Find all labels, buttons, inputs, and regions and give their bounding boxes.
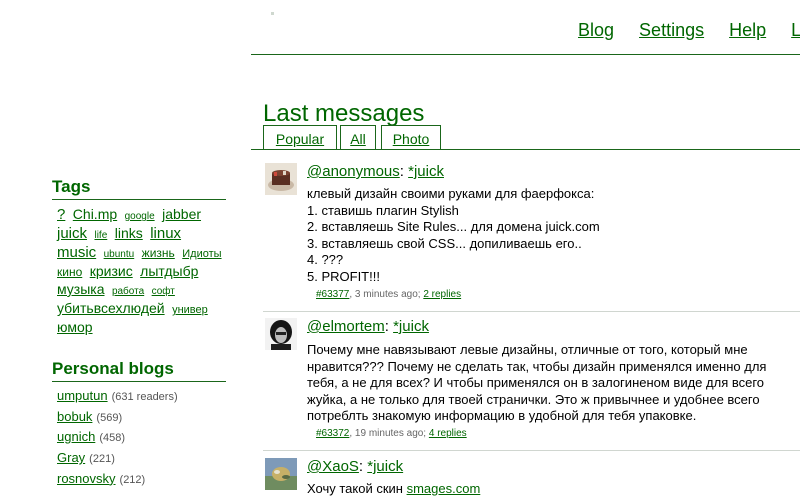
tag-link[interactable]: music — [57, 244, 96, 261]
message-line: тебя, а не для всех? И чтобы применялся … — [307, 375, 765, 390]
message-line: клевый дизайн своими руками для фаерфокс… — [307, 186, 595, 201]
message-header: @anonymous: *juick — [307, 163, 444, 180]
tag-link[interactable]: кино — [57, 265, 82, 279]
header-divider — [251, 54, 800, 55]
message-meta: #63372, 19 minutes ago; 4 replies — [316, 428, 467, 439]
tag-link[interactable]: музыка — [57, 281, 104, 297]
message-divider — [263, 311, 800, 312]
message-external-link[interactable]: smages.com — [407, 481, 481, 496]
message-line: жуйка, а не только для твоей странички. … — [307, 391, 760, 407]
tag-link[interactable]: google — [125, 211, 155, 222]
blog-item: Gray (221) — [57, 450, 178, 471]
tag-link[interactable]: софт — [152, 286, 175, 297]
message-time: , 3 minutes ago; — [349, 289, 424, 300]
message-line: потреблть знакомую информацию в удобной … — [307, 408, 697, 423]
tag-link[interactable]: юмор — [57, 319, 93, 335]
tab-all[interactable]: All — [340, 125, 376, 150]
blog-item: ugnich (458) — [57, 429, 178, 450]
nav-help-link[interactable]: Help — [729, 20, 766, 40]
message-text: Хочу такой скин smages.com — [307, 481, 800, 498]
tag-link[interactable]: ? — [57, 206, 65, 223]
tag-link[interactable]: универ — [172, 304, 208, 316]
tag-link[interactable]: Идиоты — [182, 248, 221, 260]
message-author-link[interactable]: @anonymous — [307, 163, 400, 180]
tag-cloud: ? Chi.mp google jabber juick life links … — [57, 206, 227, 336]
tag-link[interactable]: кризис — [90, 263, 133, 279]
message-line: 4. ??? — [307, 252, 344, 267]
message-header: @elmortem: *juick — [307, 318, 429, 335]
personal-blogs-heading: Personal blogs — [52, 359, 226, 382]
nav-logout-link[interactable]: Lo — [791, 20, 800, 40]
message-replies-link[interactable]: 4 replies — [429, 428, 467, 439]
tag-link[interactable]: Chi.mp — [73, 206, 117, 222]
tab-popular[interactable]: Popular — [263, 125, 337, 150]
message-tag-link[interactable]: *juick — [367, 458, 403, 475]
message-line: 5. PROFIT!!! — [307, 268, 380, 284]
message-line: 3. вставляешь свой CSS... допиливаешь ег… — [307, 235, 582, 251]
blog-readers-count: (569) — [96, 411, 123, 424]
top-navigation: Blog Settings Help Lo — [578, 20, 800, 41]
tag-link[interactable]: life — [94, 230, 107, 241]
tag-link[interactable]: linux — [150, 225, 181, 242]
message-line: Хочу такой скин — [307, 481, 407, 496]
message-author-link[interactable]: @elmortem — [307, 318, 385, 335]
avatar[interactable] — [265, 318, 297, 350]
message-line: 1. ставишь плагин Stylish — [307, 202, 459, 218]
blog-link[interactable]: bobuk — [57, 409, 92, 424]
message-author-link[interactable]: @XaoS — [307, 458, 359, 475]
blog-readers-count: (221) — [89, 453, 115, 466]
blog-item: rosnovsky (212) — [57, 471, 178, 492]
message-line: 2. вставляешь Site Rules... для домена j… — [307, 219, 600, 234]
logo-mark — [271, 12, 274, 15]
tag-link[interactable]: лытдыбр — [140, 263, 198, 279]
blog-readers-count: (458) — [99, 432, 125, 445]
tags-heading: Tags — [52, 177, 226, 200]
tag-link[interactable]: jabber — [162, 206, 201, 222]
tag-link[interactable]: links — [115, 225, 143, 241]
blog-readers-count: (212) — [119, 473, 146, 486]
message-header: @XaoS: *juick — [307, 458, 404, 475]
blog-link[interactable]: ugnich — [57, 429, 95, 444]
avatar[interactable] — [265, 163, 297, 195]
tag-link[interactable]: убитьвсехлюдей — [57, 300, 165, 316]
blog-link[interactable]: rosnovsky — [57, 471, 116, 486]
nav-blog-link[interactable]: Blog — [578, 20, 614, 40]
message-line: Почему мне навязывают левые дизайны, отл… — [307, 342, 748, 357]
message-tag-link[interactable]: *juick — [393, 318, 429, 335]
message-tag-link[interactable]: *juick — [408, 163, 444, 180]
tabs-divider — [251, 149, 800, 150]
tag-link[interactable]: juick — [57, 225, 87, 242]
message-meta: #63377, 3 minutes ago; 2 replies — [316, 289, 461, 300]
message-replies-link[interactable]: 2 replies — [423, 289, 461, 300]
blog-item: umputun (631 readers) — [57, 388, 178, 409]
message-text: клевый дизайн своими руками для фаерфокс… — [307, 186, 800, 285]
message-divider — [263, 450, 800, 451]
personal-blogs-list: umputun (631 readers) bobuk (569) ugnich (4… — [57, 388, 178, 491]
message-id-link[interactable]: #63377 — [316, 289, 349, 300]
blog-link[interactable]: Gray — [57, 450, 85, 465]
message-text: Почему мне навязывают левые дизайны, отл… — [307, 342, 800, 425]
message-line: нравится??? Почему не сделать так, чтобы… — [307, 358, 767, 374]
tag-link[interactable]: ubuntu — [104, 249, 135, 260]
message-time: , 19 minutes ago; — [349, 428, 429, 439]
page-title: Last messages — [263, 100, 425, 128]
tag-link[interactable]: жизнь — [142, 246, 175, 260]
message-id-link[interactable]: #63372 — [316, 428, 349, 439]
tag-link[interactable]: работа — [112, 286, 144, 297]
blog-link[interactable]: umputun — [57, 388, 108, 403]
tab-photo[interactable]: Photo — [381, 125, 441, 150]
avatar[interactable] — [265, 458, 297, 490]
blog-readers-count: (631 readers) — [111, 391, 178, 403]
nav-settings-link[interactable]: Settings — [639, 20, 704, 40]
blog-item: bobuk (569) — [57, 409, 178, 430]
